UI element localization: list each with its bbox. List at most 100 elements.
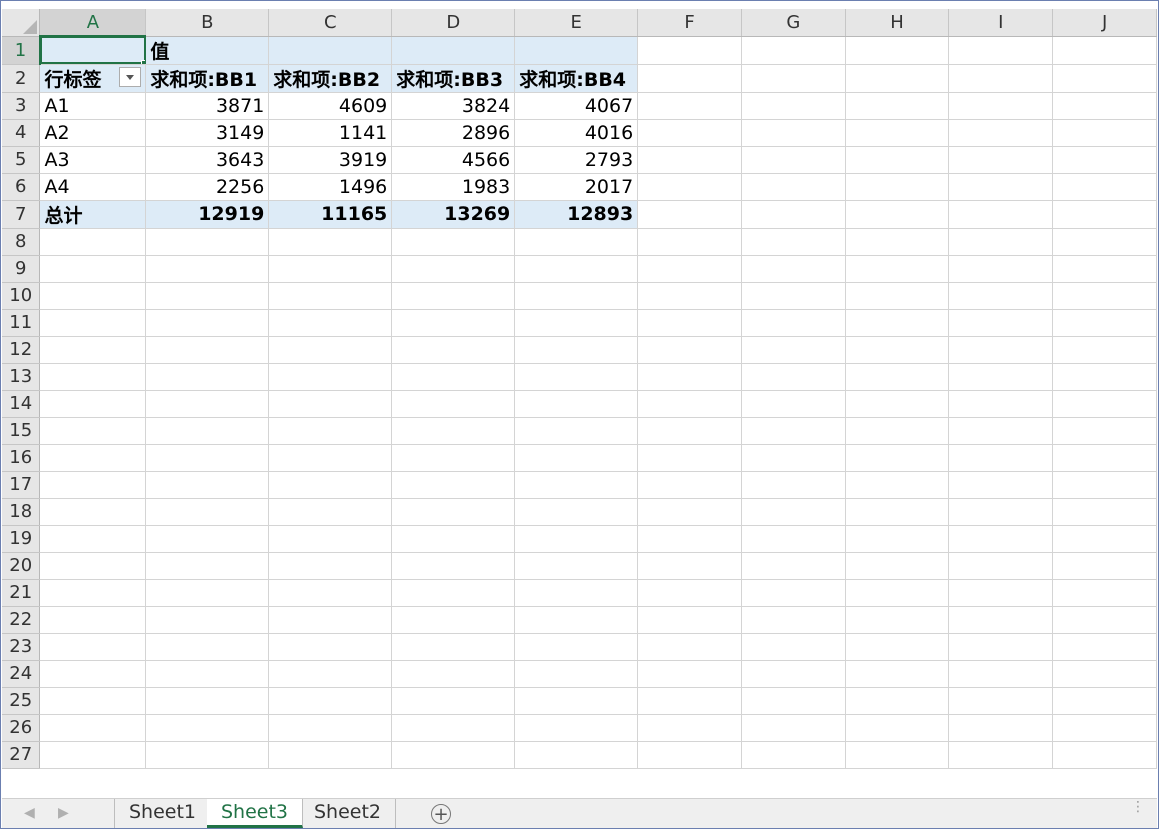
row-header-12[interactable]: 12 <box>2 336 41 364</box>
cell-b17[interactable] <box>145 471 270 499</box>
pivot-row-label-header[interactable]: 行标签 <box>39 64 147 93</box>
cell-f17[interactable] <box>637 471 742 499</box>
row-header-17[interactable]: 17 <box>2 471 41 499</box>
cell-c12[interactable] <box>268 336 393 364</box>
cell-c16[interactable] <box>268 444 393 472</box>
cell-b11[interactable] <box>145 309 270 337</box>
cell-j24[interactable] <box>1052 660 1157 688</box>
cell-h4[interactable] <box>845 119 950 147</box>
cell-a12[interactable] <box>39 336 147 364</box>
cell-d9[interactable] <box>391 255 516 283</box>
row-header-6[interactable]: 6 <box>2 173 41 201</box>
cell-h9[interactable] <box>845 255 950 283</box>
cell-e25[interactable] <box>514 687 639 715</box>
cell-c24[interactable] <box>268 660 393 688</box>
cell-f24[interactable] <box>637 660 742 688</box>
cell-j11[interactable] <box>1052 309 1157 337</box>
cell-d14[interactable] <box>391 390 516 418</box>
cell-b14[interactable] <box>145 390 270 418</box>
cell-i4[interactable] <box>948 119 1054 147</box>
pivot-row-label[interactable]: A3 <box>39 146 147 174</box>
cell-a11[interactable] <box>39 309 147 337</box>
row-header-9[interactable]: 9 <box>2 255 41 283</box>
cell-g8[interactable] <box>741 228 846 256</box>
cell-i18[interactable] <box>948 498 1054 526</box>
cell-e8[interactable] <box>514 228 639 256</box>
cell-i23[interactable] <box>948 633 1054 661</box>
cell-c14[interactable] <box>268 390 393 418</box>
cell-j7[interactable] <box>1052 200 1157 229</box>
row-header-15[interactable]: 15 <box>2 417 41 445</box>
row-header-1[interactable]: 1 <box>2 36 41 65</box>
row-header-5[interactable]: 5 <box>2 146 41 174</box>
cell-j8[interactable] <box>1052 228 1157 256</box>
row-header-3[interactable]: 3 <box>2 92 41 120</box>
pivot-total-cell[interactable]: 12893 <box>514 199 639 229</box>
row-header-22[interactable]: 22 <box>2 606 41 634</box>
pivot-value-cell[interactable]: 2793 <box>514 146 639 174</box>
cell-e14[interactable] <box>514 390 639 418</box>
pivot-header-bb1[interactable]: 求和项:BB1 <box>145 64 270 93</box>
cell-f21[interactable] <box>637 579 742 607</box>
cell-g6[interactable] <box>741 173 846 201</box>
pivot-value-cell[interactable]: 3919 <box>268 146 393 174</box>
cell-f26[interactable] <box>637 714 742 742</box>
cell-h3[interactable] <box>845 92 950 120</box>
row-header-21[interactable]: 21 <box>2 579 41 607</box>
tab-splitter-grip-icon[interactable]: ⋮ <box>1131 800 1145 814</box>
cell-i13[interactable] <box>948 363 1054 391</box>
cell-g16[interactable] <box>741 444 846 472</box>
cell-a22[interactable] <box>39 606 147 634</box>
cell-j4[interactable] <box>1052 119 1157 147</box>
cell-b24[interactable] <box>145 660 270 688</box>
cell-g23[interactable] <box>741 633 846 661</box>
pivot-row-label[interactable]: A1 <box>39 92 147 120</box>
pivot-value-cell[interactable]: 4566 <box>391 146 516 174</box>
tab-sheet1[interactable]: Sheet1 <box>114 799 212 828</box>
cell-g11[interactable] <box>741 309 846 337</box>
row-header-8[interactable]: 8 <box>2 228 41 256</box>
cell-h16[interactable] <box>845 444 950 472</box>
cell-i12[interactable] <box>948 336 1054 364</box>
cell-d24[interactable] <box>391 660 516 688</box>
cell-b15[interactable] <box>145 417 270 445</box>
row-header-24[interactable]: 24 <box>2 660 41 688</box>
select-all-corner[interactable] <box>2 9 41 37</box>
cell-g1[interactable] <box>741 36 846 65</box>
cell-g15[interactable] <box>741 417 846 445</box>
cell-h22[interactable] <box>845 606 950 634</box>
cell-b19[interactable] <box>145 525 270 553</box>
cell-c10[interactable] <box>268 282 393 310</box>
cell-a16[interactable] <box>39 444 147 472</box>
cell-f12[interactable] <box>637 336 742 364</box>
cell-h21[interactable] <box>845 579 950 607</box>
pivot-value-cell[interactable]: 3149 <box>145 119 270 147</box>
cell-g27[interactable] <box>741 741 846 769</box>
column-header-i[interactable]: I <box>948 9 1054 37</box>
cell-e15[interactable] <box>514 417 639 445</box>
cell-e27[interactable] <box>514 741 639 769</box>
cell-e24[interactable] <box>514 660 639 688</box>
cell-i26[interactable] <box>948 714 1054 742</box>
cell-h18[interactable] <box>845 498 950 526</box>
cell-a20[interactable] <box>39 552 147 580</box>
cell-c1[interactable] <box>268 36 393 65</box>
cell-c8[interactable] <box>268 228 393 256</box>
cell-a15[interactable] <box>39 417 147 445</box>
cell-a26[interactable] <box>39 714 147 742</box>
cell-g3[interactable] <box>741 92 846 120</box>
scroll-tabs-right-icon[interactable]: ▶ <box>58 805 69 821</box>
cell-g21[interactable] <box>741 579 846 607</box>
cell-j5[interactable] <box>1052 146 1157 174</box>
pivot-total-cell[interactable]: 12919 <box>145 199 270 229</box>
cell-j1[interactable] <box>1052 36 1157 65</box>
cell-c15[interactable] <box>268 417 393 445</box>
cell-c11[interactable] <box>268 309 393 337</box>
pivot-value-cell[interactable]: 2256 <box>145 173 270 201</box>
cell-d23[interactable] <box>391 633 516 661</box>
cell-i2[interactable] <box>948 64 1054 93</box>
cell-i10[interactable] <box>948 282 1054 310</box>
cell-c20[interactable] <box>268 552 393 580</box>
cell-c18[interactable] <box>268 498 393 526</box>
cell-j16[interactable] <box>1052 444 1157 472</box>
